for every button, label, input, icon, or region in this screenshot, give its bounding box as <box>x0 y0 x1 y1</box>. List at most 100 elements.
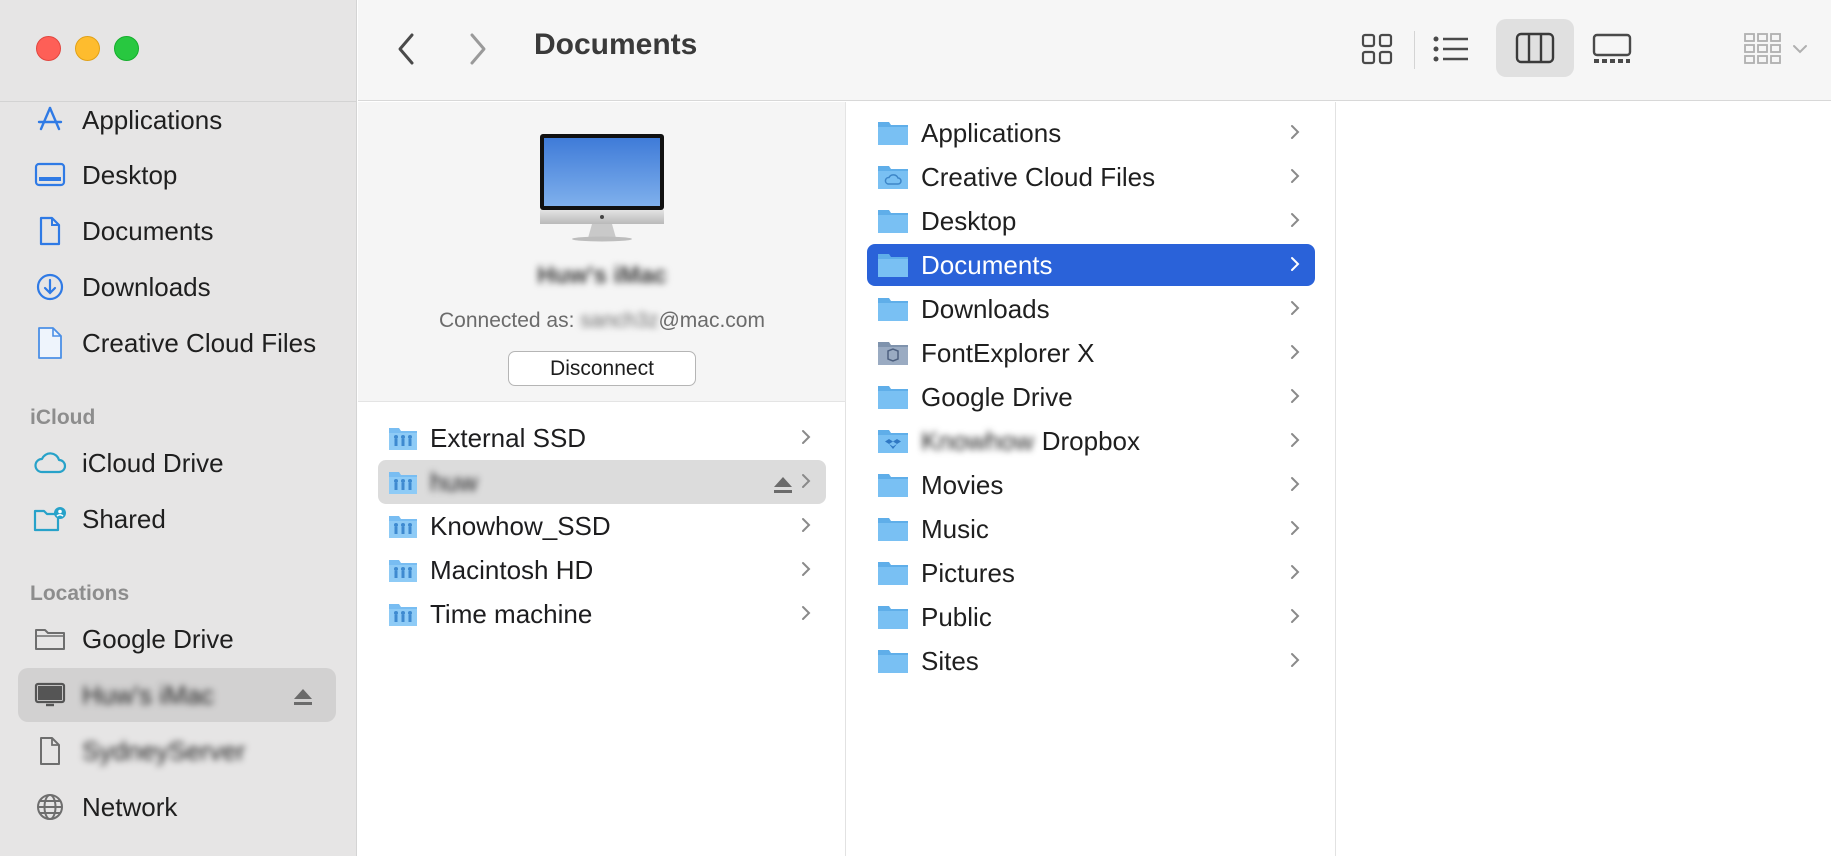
column-huw-folders: Applications Creative Cloud Files Deskto… <box>847 102 1336 856</box>
back-button[interactable] <box>386 26 426 72</box>
volume-label: huw <box>430 466 478 497</box>
grid-icon <box>1361 33 1393 65</box>
folder-icon <box>32 623 68 655</box>
folder-label: Downloads <box>921 293 1050 324</box>
sidebar-item-shared[interactable]: Shared <box>18 492 336 546</box>
chevron-right-icon <box>1291 653 1300 667</box>
sidebar-item-label: Documents <box>82 215 214 246</box>
columns-icon <box>1515 32 1555 64</box>
folder-row-applications[interactable]: Applications <box>867 112 1315 154</box>
sidebar-item-label: Downloads <box>82 271 211 302</box>
toolbar: Documents <box>358 0 1831 101</box>
chevron-right-icon <box>1291 169 1300 183</box>
chevron-right-icon <box>470 33 486 65</box>
sidebar-item-sydneyserver[interactable]: SydneyServer <box>18 724 336 778</box>
volume-row-huw[interactable]: huw <box>378 460 826 504</box>
folder-row-pictures[interactable]: Pictures <box>867 552 1315 594</box>
gallery-view-button[interactable] <box>1584 24 1640 74</box>
folder-icon <box>877 560 909 586</box>
folder-row-downloads[interactable]: Downloads <box>867 288 1315 330</box>
folder-row-desktop[interactable]: Desktop <box>867 200 1315 242</box>
folder-icon <box>877 604 909 630</box>
volume-label: Knowhow_SSD <box>430 510 611 541</box>
sidebar-item-network[interactable]: Network <box>18 780 336 834</box>
applications-icon <box>32 104 68 136</box>
dropbox-folder-icon <box>877 428 909 454</box>
folder-row-creative-cloud-files[interactable]: Creative Cloud Files <box>867 156 1315 198</box>
cloud-icon <box>32 447 68 479</box>
close-window-button[interactable] <box>36 36 61 61</box>
shared-volume-icon <box>388 557 418 583</box>
column-view-button[interactable] <box>1496 19 1574 77</box>
chevron-right-icon <box>802 518 811 532</box>
chevron-right-icon <box>1291 213 1300 227</box>
group-menu-button[interactable] <box>1736 24 1816 74</box>
chevron-right-icon <box>802 430 811 444</box>
sidebar-item-google-drive[interactable]: Google Drive <box>18 612 336 666</box>
chevron-right-icon <box>1291 125 1300 139</box>
minimize-window-button[interactable] <box>75 36 100 61</box>
list-view-button[interactable] <box>1426 24 1476 74</box>
chevron-right-icon <box>802 562 811 576</box>
document-icon <box>32 215 68 247</box>
sidebar-item-applications[interactable]: Applications <box>18 93 336 147</box>
folder-label-prefix: Knowhow <box>921 425 1034 456</box>
sidebar-item-documents[interactable]: Documents <box>18 204 336 258</box>
eject-icon[interactable] <box>772 471 794 502</box>
folder-label: Public <box>921 601 992 632</box>
zoom-window-button[interactable] <box>114 36 139 61</box>
chevron-right-icon <box>1291 389 1300 403</box>
column-computer: Huw's iMac Connected as: sanch3z@mac.com… <box>358 102 846 856</box>
sidebar-item-desktop[interactable]: Desktop <box>18 148 336 202</box>
folder-label: Applications <box>921 117 1062 148</box>
folder-label: Movies <box>921 469 1004 500</box>
shared-volume-icon <box>388 513 418 539</box>
gallery-icon <box>1592 33 1632 63</box>
folder-label: Google Drive <box>921 381 1073 412</box>
folder-row-dropbox[interactable]: Knowhow Dropbox <box>867 420 1315 462</box>
group-icon <box>1744 33 1781 64</box>
chevron-right-icon <box>1291 565 1300 579</box>
folder-row-movies[interactable]: Movies <box>867 464 1315 506</box>
sidebar-item-downloads[interactable]: Downloads <box>18 260 336 314</box>
volume-row-macintosh-hd[interactable]: Macintosh HD <box>378 548 826 592</box>
file-icon <box>32 327 68 359</box>
folder-label: Pictures <box>921 557 1015 588</box>
sidebar: Applications Desktop Documents Downloads… <box>0 0 357 856</box>
imac-icon <box>540 134 664 242</box>
volume-label: Macintosh HD <box>430 554 594 585</box>
folder-label: Music <box>921 513 989 544</box>
sidebar-item-label: Google Drive <box>82 623 234 654</box>
folder-row-public[interactable]: Public <box>867 596 1315 638</box>
chevron-right-icon <box>1291 609 1300 623</box>
folder-row-music[interactable]: Music <box>867 508 1315 550</box>
shared-folder-icon <box>32 503 68 535</box>
folder-row-fontexplorer-x[interactable]: FontExplorer X <box>867 332 1315 374</box>
connected-user: sanch3z <box>580 309 659 332</box>
chevron-right-icon <box>1291 521 1300 535</box>
sidebar-item-huws-imac[interactable]: Huw's iMac <box>18 668 336 722</box>
disconnect-button[interactable]: Disconnect <box>508 351 696 386</box>
sidebar-section-icloud: iCloud <box>30 406 96 429</box>
computer-icon <box>32 679 68 711</box>
sidebar-item-label: Desktop <box>82 159 178 190</box>
sidebar-item-label: SydneyServer <box>82 735 246 766</box>
volume-row-time-machine[interactable]: Time machine <box>378 592 826 636</box>
sidebar-item-icloud-drive[interactable]: iCloud Drive <box>18 436 336 490</box>
sidebar-item-creative-cloud-files[interactable]: Creative Cloud Files <box>18 316 336 370</box>
folder-row-documents[interactable]: Documents <box>867 244 1315 286</box>
file-icon <box>32 735 68 767</box>
volume-row-knowhow-ssd[interactable]: Knowhow_SSD <box>378 504 826 548</box>
sidebar-item-label: Applications <box>82 104 223 135</box>
chevron-right-icon <box>802 606 811 620</box>
sidebar-item-label: iCloud Drive <box>82 447 224 478</box>
folder-row-sites[interactable]: Sites <box>867 640 1315 682</box>
volume-row-external-ssd[interactable]: External SSD <box>378 416 826 460</box>
sidebar-item-label: Creative Cloud Files <box>82 327 317 358</box>
forward-button[interactable] <box>458 26 498 72</box>
computer-preview-card: Huw's iMac Connected as: sanch3z@mac.com… <box>358 102 846 402</box>
computer-name: Huw's iMac <box>537 262 667 289</box>
folder-row-google-drive[interactable]: Google Drive <box>867 376 1315 418</box>
icon-view-button[interactable] <box>1352 24 1402 74</box>
eject-icon[interactable] <box>292 683 314 714</box>
